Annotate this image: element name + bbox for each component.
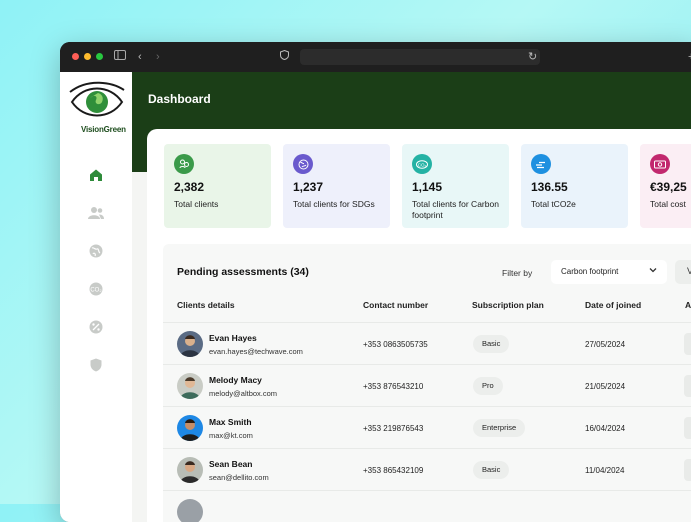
row-action-button[interactable] <box>684 333 691 355</box>
avatar <box>177 373 203 399</box>
back-icon[interactable]: ‹ <box>138 50 142 64</box>
logo[interactable]: VisionGreen <box>68 80 126 136</box>
plan-badge: Enterprise <box>473 419 526 437</box>
sidebar-toggle-icon[interactable] <box>114 50 126 64</box>
close-window-dot[interactable] <box>72 53 79 60</box>
browser-titlebar: ‹ › ↻ + <box>60 42 691 72</box>
client-name: Sean Bean <box>209 459 253 469</box>
percent-icon <box>89 320 103 334</box>
table-row[interactable]: Max Smith max@kt.com +353 219876543 Ente… <box>163 406 691 449</box>
client-name: Max Smith <box>209 417 252 427</box>
sidebar-item-users[interactable] <box>87 204 105 222</box>
avatar <box>177 457 203 483</box>
app-shell: VisionGreen CO₂ Dashboard 2,382 Total cl… <box>60 72 691 522</box>
row-action-button[interactable] <box>684 459 691 481</box>
table-row[interactable] <box>163 490 691 522</box>
filter-label: Filter by <box>502 268 533 278</box>
stat-label: Total tCO2e <box>531 199 576 209</box>
shield-icon <box>90 358 102 372</box>
privacy-shield-icon[interactable] <box>280 49 289 64</box>
client-email: melody@altbox.com <box>209 389 278 398</box>
globe-icon <box>293 154 313 174</box>
client-email: evan.hayes@techwave.com <box>209 347 303 356</box>
client-email: sean@dellito.com <box>209 473 269 482</box>
filter-select[interactable]: Carbon footprint <box>551 260 667 284</box>
contact-number: +353 219876543 <box>363 424 424 433</box>
contact-number: +353 0863505735 <box>363 340 428 349</box>
table-row[interactable]: Melody Macy melody@altbox.com +353 87654… <box>163 364 691 407</box>
co2-icon: CO₂ <box>412 154 432 174</box>
people-icon <box>174 154 194 174</box>
sidebar-item-percent[interactable] <box>87 318 105 336</box>
row-action-button[interactable] <box>684 417 691 439</box>
join-date: 11/04/2024 <box>585 466 625 475</box>
contact-number: +353 865432109 <box>363 466 424 475</box>
carbon-icon: CO₂ <box>89 282 103 296</box>
stat-label: Total cost <box>650 199 686 209</box>
main-panel: 2,382 Total clients 1,237 Total clients … <box>147 129 691 522</box>
table-row[interactable]: Sean Bean sean@dellito.com +353 86543210… <box>163 448 691 491</box>
plan-badge: Pro <box>473 377 503 395</box>
page-title: Dashboard <box>148 92 211 106</box>
sidebar-item-globe[interactable] <box>87 242 105 260</box>
home-icon <box>90 169 102 181</box>
avatar <box>177 415 203 441</box>
plan-badge: Basic <box>473 335 510 353</box>
cloud-icon <box>531 154 551 174</box>
sidebar-item-shield[interactable] <box>87 356 105 374</box>
chevron-down-icon <box>648 265 658 277</box>
client-name: Evan Hayes <box>209 333 257 343</box>
globe-icon <box>89 244 103 258</box>
minimize-window-dot[interactable] <box>84 53 91 60</box>
stat-value: €39,25 <box>650 180 687 194</box>
column-header-contact[interactable]: Contact number <box>363 300 428 310</box>
stat-value: 1,237 <box>293 180 324 194</box>
filter-value: Carbon footprint <box>561 267 619 276</box>
table-title: Pending assessments (34) <box>177 266 309 278</box>
forward-icon[interactable]: › <box>156 50 160 64</box>
column-header-plan[interactable]: Subscription plan <box>472 300 544 310</box>
users-icon <box>88 207 104 219</box>
stat-label: Total clients <box>174 199 219 209</box>
table-row[interactable]: Evan Hayes evan.hayes@techwave.com +353 … <box>163 322 691 365</box>
plan-badge: Basic <box>473 461 510 479</box>
column-header-date[interactable]: Date of joined <box>585 300 641 310</box>
stat-card-total-cost[interactable]: €39,25 Total cost <box>640 144 691 228</box>
stat-label: Total clients for SDGs <box>293 199 375 209</box>
join-date: 27/05/2024 <box>585 340 626 349</box>
maximize-window-dot[interactable] <box>96 53 103 60</box>
stat-value: 136.55 <box>531 180 568 194</box>
contact-number: +353 876543210 <box>363 382 424 391</box>
browser-window: ‹ › ↻ + VisionGreen <box>60 42 691 522</box>
stat-value: 2,382 <box>174 180 205 194</box>
money-icon <box>650 154 670 174</box>
sidebar-item-home[interactable] <box>87 166 105 184</box>
column-header-client[interactable]: Clients details <box>177 300 235 310</box>
stat-card-sdgs[interactable]: 1,237 Total clients for SDGs <box>283 144 390 228</box>
join-date: 21/05/2024 <box>585 382 626 391</box>
client-name: Melody Macy <box>209 375 262 385</box>
stat-card-carbon-footprint[interactable]: CO₂ 1,145 Total clients for Carbon footp… <box>402 144 509 228</box>
logo-text: VisionGreen <box>81 125 126 134</box>
stat-value: 1,145 <box>412 180 443 194</box>
svg-text:CO₂: CO₂ <box>418 162 427 167</box>
sidebar: VisionGreen CO₂ <box>60 72 132 522</box>
svg-text:CO₂: CO₂ <box>90 288 102 294</box>
join-date: 16/04/2024 <box>585 424 626 433</box>
stat-label: Total clients for Carbon footprint <box>412 199 499 220</box>
avatar <box>177 331 203 357</box>
client-email: max@kt.com <box>209 431 253 440</box>
pending-assessments-table: Pending assessments (34) Filter by Carbo… <box>163 244 691 522</box>
stat-card-total-clients[interactable]: 2,382 Total clients <box>164 144 271 228</box>
column-header-action[interactable]: A <box>685 300 691 310</box>
avatar <box>177 499 203 522</box>
reload-icon[interactable]: ↻ <box>528 50 537 64</box>
sidebar-item-carbon[interactable]: CO₂ <box>87 280 105 298</box>
row-action-button[interactable] <box>684 375 691 397</box>
stat-card-tco2e[interactable]: 136.55 Total tCO2e <box>521 144 628 228</box>
view-all-button[interactable]: V <box>675 260 691 284</box>
address-bar[interactable] <box>300 49 540 65</box>
